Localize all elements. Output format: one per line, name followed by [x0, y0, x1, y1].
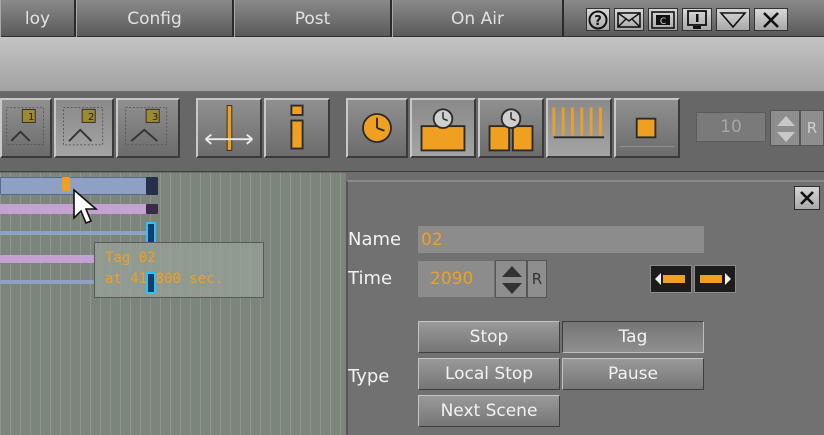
- menu-tab-label: loy: [24, 8, 51, 29]
- timeline-track[interactable]: [0, 255, 94, 263]
- tag-time-field[interactable]: 2090: [418, 261, 494, 297]
- tag-tooltip: Tag 02 at 41.800 sec.: [94, 242, 264, 298]
- spinner-arrows-icon: [502, 266, 522, 294]
- counter-spinner[interactable]: [770, 110, 800, 146]
- track-end-handle[interactable]: [146, 177, 158, 195]
- help-icon[interactable]: ?: [586, 8, 610, 31]
- grid-lines-button[interactable]: [546, 98, 612, 158]
- time-spinner[interactable]: [495, 260, 527, 298]
- layout-2-button[interactable]: 2: [54, 98, 114, 158]
- stop-square-icon: [619, 117, 675, 148]
- tooltip-tag-name: Tag 02: [105, 250, 156, 266]
- counter-reset-button[interactable]: R: [800, 110, 824, 146]
- spinner-arrows-icon: [777, 116, 795, 142]
- layout-1-label: 1: [28, 112, 35, 123]
- tag-name-field[interactable]: 02: [418, 226, 704, 253]
- clock-icon: [362, 113, 392, 143]
- tag-marker[interactable]: [62, 177, 70, 191]
- time-scale-button[interactable]: [196, 98, 262, 158]
- timeline-track[interactable]: [0, 231, 150, 235]
- layout-1-button[interactable]: 1: [0, 98, 52, 158]
- menu-tab-label: Config: [127, 8, 182, 29]
- svg-text:?: ?: [594, 14, 602, 29]
- track-end-handle[interactable]: [146, 204, 158, 214]
- info-button[interactable]: [264, 98, 330, 158]
- clock-split-button[interactable]: [478, 98, 544, 158]
- cc-icon[interactable]: C: [648, 8, 678, 31]
- minimize-icon[interactable]: [716, 8, 750, 31]
- clock-block-icon: [420, 108, 466, 152]
- clock-block-button[interactable]: [410, 98, 476, 158]
- info-icon: [290, 104, 304, 150]
- timeline-track[interactable]: [0, 280, 94, 284]
- menu-tab-label: Post: [294, 8, 331, 29]
- menu-tab-post[interactable]: Post: [234, 0, 392, 37]
- type-local-stop-button[interactable]: Local Stop: [418, 358, 560, 390]
- grid-lines-icon: [552, 107, 605, 139]
- layout-2-icon: [63, 107, 104, 146]
- layout-2-label: 2: [88, 112, 95, 123]
- mail-icon[interactable]: [614, 8, 644, 31]
- type-label: Type: [348, 366, 390, 387]
- svg-text:C: C: [660, 17, 666, 27]
- layout-3-label: 3: [152, 112, 159, 123]
- stop-square-button[interactable]: [614, 98, 680, 158]
- type-next-scene-button[interactable]: Next Scene: [418, 395, 560, 427]
- type-stop-button[interactable]: Stop: [418, 321, 560, 353]
- time-reset-button[interactable]: R: [527, 260, 547, 298]
- time-label: Time: [348, 268, 393, 289]
- shift-right-button[interactable]: [694, 265, 736, 293]
- menu-tab-on-air[interactable]: On Air: [392, 0, 564, 37]
- frame-counter-field[interactable]: 10: [696, 112, 766, 142]
- info-icon[interactable]: [682, 8, 712, 31]
- shift-left-button[interactable]: [650, 265, 692, 293]
- menu-tab-deploy[interactable]: loy: [0, 0, 76, 37]
- clock-button[interactable]: [346, 98, 408, 158]
- keyframe-marker[interactable]: [146, 272, 156, 294]
- shift-left-icon: [655, 273, 685, 285]
- menu-tab-config[interactable]: Config: [76, 0, 234, 37]
- close-icon: [800, 191, 814, 205]
- layout-3-icon: [125, 107, 168, 146]
- keyframe-marker[interactable]: [146, 222, 156, 244]
- time-scale-icon: [205, 105, 253, 151]
- status-band: [0, 37, 824, 92]
- clock-split-icon: [488, 108, 534, 152]
- layout-1-icon: [6, 107, 44, 146]
- menu-tab-label: On Air: [451, 8, 504, 29]
- type-tag-button[interactable]: Tag: [562, 321, 704, 353]
- type-pause-button[interactable]: Pause: [562, 358, 704, 390]
- shift-right-icon: [700, 273, 731, 285]
- name-label: Name: [348, 229, 402, 250]
- mouse-cursor-icon: [73, 188, 99, 225]
- panel-close-button[interactable]: [794, 186, 820, 210]
- timeline-area[interactable]: [0, 173, 346, 435]
- menu-bar: loy Config Post On Air ? C: [0, 0, 824, 37]
- tooltip-tag-time: at 41.800 sec.: [105, 271, 224, 287]
- close-icon[interactable]: [754, 8, 788, 31]
- layout-3-button[interactable]: 3: [116, 98, 180, 158]
